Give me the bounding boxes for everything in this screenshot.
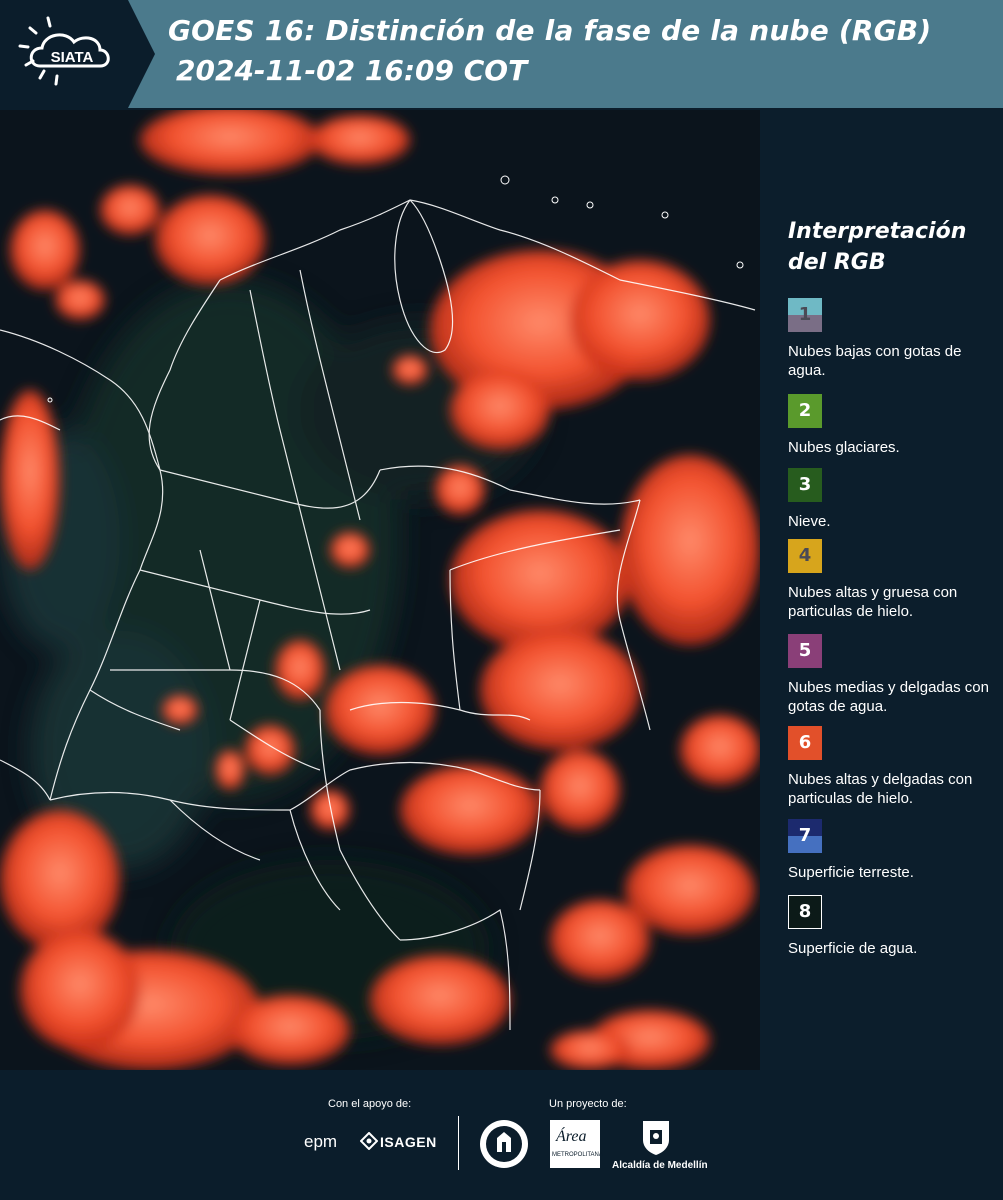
- legend-item-5: 5 Nubes medias y delgadas con gotas de a…: [788, 634, 1000, 716]
- legend-label-1: Nubes bajas con gotas de agua.: [788, 343, 962, 379]
- footer-divider: [458, 1116, 459, 1170]
- siata-logo-text: SIATA: [51, 49, 94, 66]
- legend-number-5: 5: [798, 640, 812, 661]
- legend-swatch-1: 1: [788, 298, 822, 332]
- isagen-logo-icon: [360, 1132, 378, 1150]
- page-title: GOES 16: Distinción de la fase de la nub…: [168, 14, 932, 47]
- legend-label-2: Nubes glaciares.: [788, 439, 900, 456]
- legend-label-8: Superficie de agua.: [788, 940, 918, 957]
- project-caption: Un proyecto de:: [549, 1098, 627, 1110]
- legend-swatch-6: 6: [788, 726, 822, 760]
- legend-number-7: 7: [798, 825, 812, 846]
- legend-swatch-3: 3: [788, 468, 822, 502]
- legend-label-5: Nubes medias y delgadas con gotas de agu…: [788, 679, 989, 715]
- legend-number-1: 1: [798, 304, 812, 325]
- epm-logo: epm: [304, 1132, 338, 1151]
- legend-label-3: Nieve.: [788, 513, 831, 530]
- legend-number-4: 4: [798, 545, 812, 566]
- legend-item-3: 3 Nieve.: [788, 468, 1000, 531]
- legend-swatch-2: 2: [788, 394, 822, 428]
- legend-swatch-5: 5: [788, 634, 822, 668]
- legend-swatch-7: 7: [788, 819, 822, 853]
- legend-item-6: 6 Nubes altas y delgadas con particulas …: [788, 726, 1000, 808]
- satellite-rgb-map: [0, 110, 760, 1070]
- legend-number-8: 8: [798, 901, 812, 922]
- area-metropolitana-logo: Área METROPOLITANA: [550, 1120, 603, 1168]
- legend-label-4: Nubes altas y gruesa con particulas de h…: [788, 584, 958, 620]
- alcaldia-shield-icon: [643, 1121, 669, 1155]
- legend-panel: Interpretación del RGB 1 Nubes bajas con…: [760, 110, 1003, 1070]
- support-caption: Con el apoyo de:: [328, 1098, 412, 1110]
- legend-label-7: Superficie terreste.: [788, 864, 914, 881]
- area-logo-subtext: METROPOLITANA: [552, 1152, 603, 1158]
- footer-sponsors: Con el apoyo de: Un proyecto de: epm ISA…: [0, 1072, 1003, 1200]
- page-timestamp: 2024-11-02 16:09 COT: [176, 54, 528, 87]
- alcaldia-logo-text: Alcaldía de Medellín: [612, 1160, 708, 1171]
- legend-number-6: 6: [798, 732, 812, 753]
- legend-item-4: 4 Nubes altas y gruesa con particulas de…: [788, 539, 1000, 621]
- legend-item-8: 8 Superficie de agua.: [788, 895, 1000, 958]
- legend-item-1: 1 Nubes bajas con gotas de agua.: [788, 298, 1000, 380]
- legend-number-2: 2: [798, 400, 812, 421]
- legend-title: Interpretación del RGB: [788, 219, 967, 275]
- isagen-logo: ISAGEN: [380, 1134, 437, 1150]
- legend-item-2: 2 Nubes glaciares.: [788, 394, 1000, 457]
- legend-number-3: 3: [798, 474, 812, 495]
- siata-logo: SIATA: [0, 0, 155, 108]
- area-logo-text: Área: [556, 1128, 587, 1145]
- legend-swatch-8: 8: [788, 895, 822, 929]
- legend-item-7: 7 Superficie terreste.: [788, 819, 1000, 882]
- legend-label-6: Nubes altas y delgadas con particulas de…: [788, 771, 973, 807]
- legend-swatch-4: 4: [788, 539, 822, 573]
- header-bar: SIATA GOES 16: Distinción de la fase de …: [0, 0, 1003, 108]
- medellin-seal-icon: [480, 1120, 528, 1168]
